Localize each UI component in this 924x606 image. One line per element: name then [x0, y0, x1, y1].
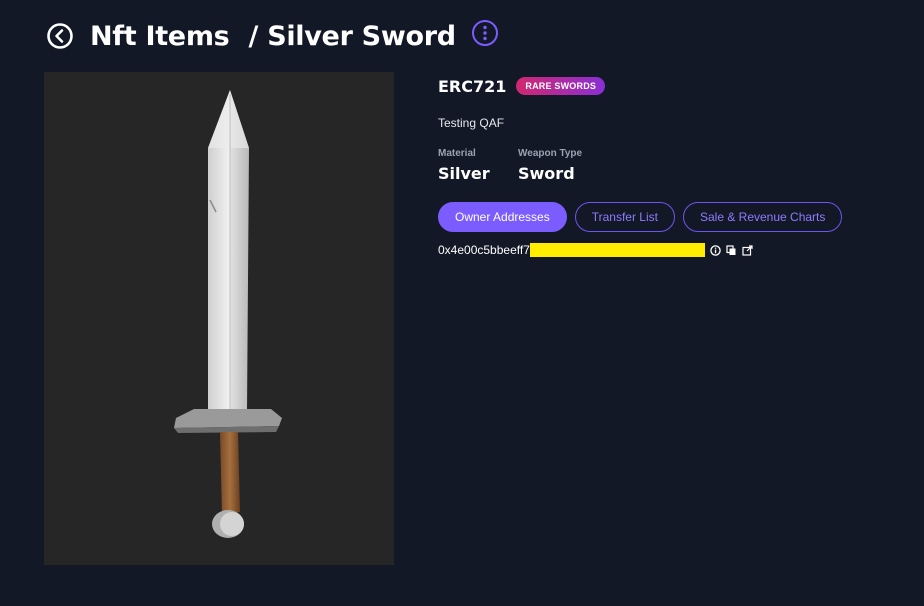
info-icon[interactable] — [710, 244, 721, 256]
tab-transfer-list[interactable]: Transfer List — [574, 202, 675, 232]
attribute-material: Material Silver — [438, 148, 490, 183]
tab-sale-revenue-charts[interactable]: Sale & Revenue Charts — [682, 202, 843, 232]
attribute-value: Silver — [438, 164, 490, 183]
detail-tabs: Owner Addresses Transfer List Sale & Rev… — [438, 202, 850, 232]
sword-image — [174, 90, 282, 538]
collection-badge[interactable]: RARE SWORDS — [516, 77, 606, 95]
page-header: Nft Items / Silver Sword — [46, 16, 499, 56]
breadcrumb-collection[interactable]: Nft Items — [90, 21, 230, 52]
nft-info-panel: ERC721 RARE SWORDS Testing QAF Material … — [438, 72, 898, 257]
external-link-icon[interactable] — [742, 244, 753, 256]
page-title: Nft Items / Silver Sword — [90, 21, 456, 52]
attribute-label: Material — [438, 148, 476, 159]
attribute-label: Weapon Type — [518, 148, 583, 159]
tab-owner-addresses[interactable]: Owner Addresses — [438, 202, 567, 232]
attribute-weapon-type: Weapon Type Sword — [518, 148, 582, 183]
copy-icon[interactable] — [726, 244, 737, 256]
back-arrow-icon[interactable] — [46, 22, 74, 50]
token-standard: ERC721 — [438, 76, 507, 96]
attribute-value: Sword — [518, 164, 575, 183]
breadcrumb-separator: / — [248, 20, 259, 52]
item-description: Testing QAF — [438, 116, 505, 130]
more-vertical-icon[interactable] — [471, 19, 499, 47]
token-row: ERC721 RARE SWORDS — [438, 72, 898, 100]
owner-address-row: 0x4e00c5bbeeff7 — [438, 242, 753, 258]
nft-media — [44, 72, 394, 565]
owner-address[interactable]: 0x4e00c5bbeeff7 — [438, 243, 530, 257]
redacted-address-block — [529, 243, 705, 257]
item-name: Silver Sword — [267, 20, 456, 52]
